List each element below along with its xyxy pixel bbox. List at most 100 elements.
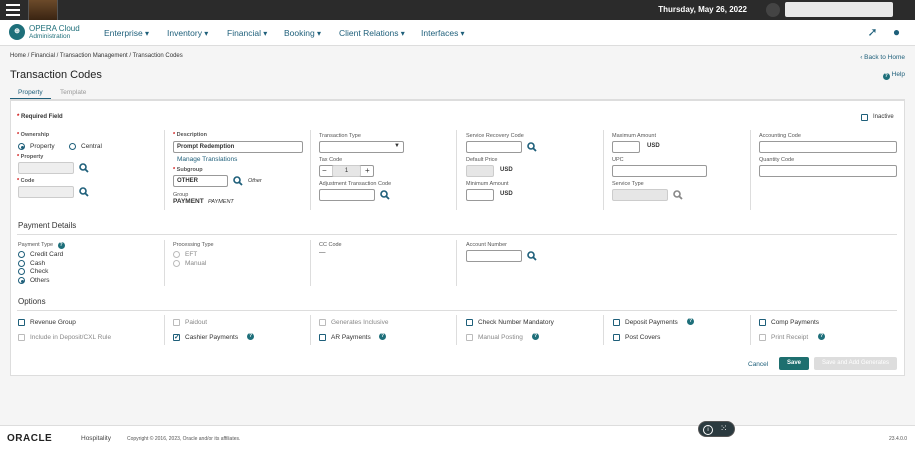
options-heading: Options <box>18 297 46 306</box>
menu-icon[interactable] <box>6 4 20 16</box>
nav-interfaces[interactable]: Interfaces <box>421 28 465 38</box>
back-to-home-link[interactable]: ‹ Back to Home <box>860 54 905 61</box>
nav-inventory[interactable]: Inventory <box>167 28 208 38</box>
save-and-add-generates-button[interactable]: Save and Add Generates <box>814 357 897 370</box>
inactive-checkbox[interactable] <box>861 114 868 121</box>
manual-posting-help-icon[interactable]: ? <box>532 333 539 340</box>
code-search-icon[interactable] <box>79 187 89 197</box>
cc-code-value: — <box>319 249 326 256</box>
help-link[interactable]: ? Help <box>882 71 905 80</box>
ar-payments-checkbox[interactable] <box>319 334 326 341</box>
minimum-amount-label: Minimum Amount <box>466 181 509 187</box>
code-label: * Code <box>17 178 35 184</box>
comp-payments-checkbox[interactable] <box>759 319 766 326</box>
default-price-field <box>466 165 494 177</box>
column-divider <box>164 130 165 210</box>
service-recovery-field[interactable] <box>466 141 522 153</box>
accounting-code-field[interactable] <box>759 141 897 153</box>
column-divider <box>456 130 457 210</box>
tab-template[interactable]: Template <box>52 86 94 100</box>
cancel-button[interactable]: Cancel <box>748 361 768 368</box>
nav-enterprise[interactable]: Enterprise <box>104 28 149 38</box>
cashier-payments-help-icon[interactable]: ? <box>247 333 254 340</box>
ownership-central-label: Central <box>81 143 102 150</box>
property-search-icon[interactable] <box>79 163 89 173</box>
ownership-property-radio[interactable] <box>18 143 25 150</box>
column-divider <box>603 130 604 210</box>
generates-inclusive-checkbox[interactable] <box>319 319 326 326</box>
property-field[interactable] <box>18 162 74 174</box>
decrement-icon[interactable]: − <box>322 166 327 175</box>
chat-icon[interactable]: ● <box>890 26 903 39</box>
account-number-search-icon[interactable] <box>527 251 537 261</box>
user-icon[interactable] <box>766 3 780 17</box>
processing-type-label: Processing Type <box>173 242 214 248</box>
quantity-code-field[interactable] <box>759 165 897 177</box>
service-recovery-search-icon[interactable] <box>527 142 537 152</box>
subgroup-search-icon[interactable] <box>233 176 243 186</box>
check-number-mandatory-checkbox[interactable] <box>466 319 473 326</box>
upc-label: UPC <box>612 157 624 163</box>
info-icon[interactable]: i <box>703 425 713 435</box>
version: 23.4.0.0 <box>889 436 908 442</box>
payment-check-label: Check <box>30 268 49 275</box>
payment-others-radio[interactable] <box>18 277 25 284</box>
section-divider <box>17 310 897 311</box>
adjustment-code-field[interactable] <box>319 189 375 201</box>
payment-type-help-icon[interactable]: ? <box>57 242 65 249</box>
cashier-payments-checkbox[interactable] <box>173 333 180 341</box>
brand-subtitle: Administration <box>29 33 71 40</box>
accounting-code-label: Accounting Code <box>759 133 801 139</box>
column-divider <box>750 130 751 210</box>
payment-cash-radio[interactable] <box>18 260 25 267</box>
payment-check-radio[interactable] <box>18 268 25 275</box>
account-number-field[interactable] <box>466 250 522 262</box>
group-description: PAYMENT <box>208 199 234 205</box>
save-button[interactable]: Save <box>779 357 809 370</box>
upc-field[interactable] <box>612 165 707 177</box>
assistant-widget[interactable]: i ⁙ <box>698 421 735 437</box>
paidout-checkbox[interactable] <box>173 319 180 326</box>
payment-credit-card-label: Credit Card <box>30 251 64 258</box>
tax-code-value[interactable]: 1 <box>332 165 361 177</box>
payment-cash-label: Cash <box>30 260 46 267</box>
print-receipt-checkbox[interactable] <box>759 334 766 341</box>
manage-translations-link[interactable]: Manage Translations <box>177 156 237 163</box>
revenue-group-checkbox[interactable] <box>18 319 25 326</box>
deposit-payments-checkbox[interactable] <box>613 319 620 326</box>
payment-credit-card-radio[interactable] <box>18 251 25 258</box>
minimum-amount-field[interactable] <box>466 189 494 201</box>
opera-logo-icon[interactable]: ⊕ <box>9 24 25 40</box>
processing-manual-radio[interactable] <box>173 260 180 267</box>
section-divider <box>17 234 897 235</box>
print-receipt-help-icon[interactable]: ? <box>818 333 825 340</box>
subgroup-field[interactable]: OTHER <box>173 175 228 187</box>
ar-payments-help-icon[interactable]: ? <box>379 333 386 340</box>
code-field[interactable] <box>18 186 74 198</box>
deposit-payments-help-icon[interactable]: ? <box>687 318 694 325</box>
increment-icon[interactable]: + <box>365 166 370 175</box>
post-covers-label: Post Covers <box>625 334 661 341</box>
nav-booking[interactable]: Booking <box>284 28 321 38</box>
description-field[interactable]: Prompt Redemption <box>173 141 303 153</box>
include-deposit-checkbox[interactable] <box>18 334 25 341</box>
transaction-type-select[interactable] <box>319 141 404 153</box>
maximum-amount-field[interactable] <box>612 141 640 153</box>
grid-icon[interactable]: ⁙ <box>720 423 728 434</box>
adjustment-search-icon[interactable] <box>380 190 390 200</box>
nav-client-relations[interactable]: Client Relations <box>339 28 405 38</box>
processing-eft-radio[interactable] <box>173 251 180 258</box>
breadcrumb[interactable]: Home / Financial / Transaction Managemen… <box>10 53 183 59</box>
deposit-payments-label: Deposit Payments <box>625 319 678 326</box>
service-type-search-icon[interactable] <box>673 190 683 200</box>
rocket-icon[interactable]: ➚ <box>866 26 879 39</box>
print-receipt-label: Print Receipt <box>771 334 809 341</box>
ownership-central-radio[interactable] <box>69 143 76 150</box>
ownership-property-label: Property <box>30 143 55 150</box>
tab-property[interactable]: Property <box>10 86 51 100</box>
nav-financial[interactable]: Financial <box>227 28 267 38</box>
column-divider <box>310 240 311 286</box>
manual-posting-checkbox[interactable] <box>466 334 473 341</box>
post-covers-checkbox[interactable] <box>613 334 620 341</box>
user-menu[interactable] <box>785 2 893 17</box>
